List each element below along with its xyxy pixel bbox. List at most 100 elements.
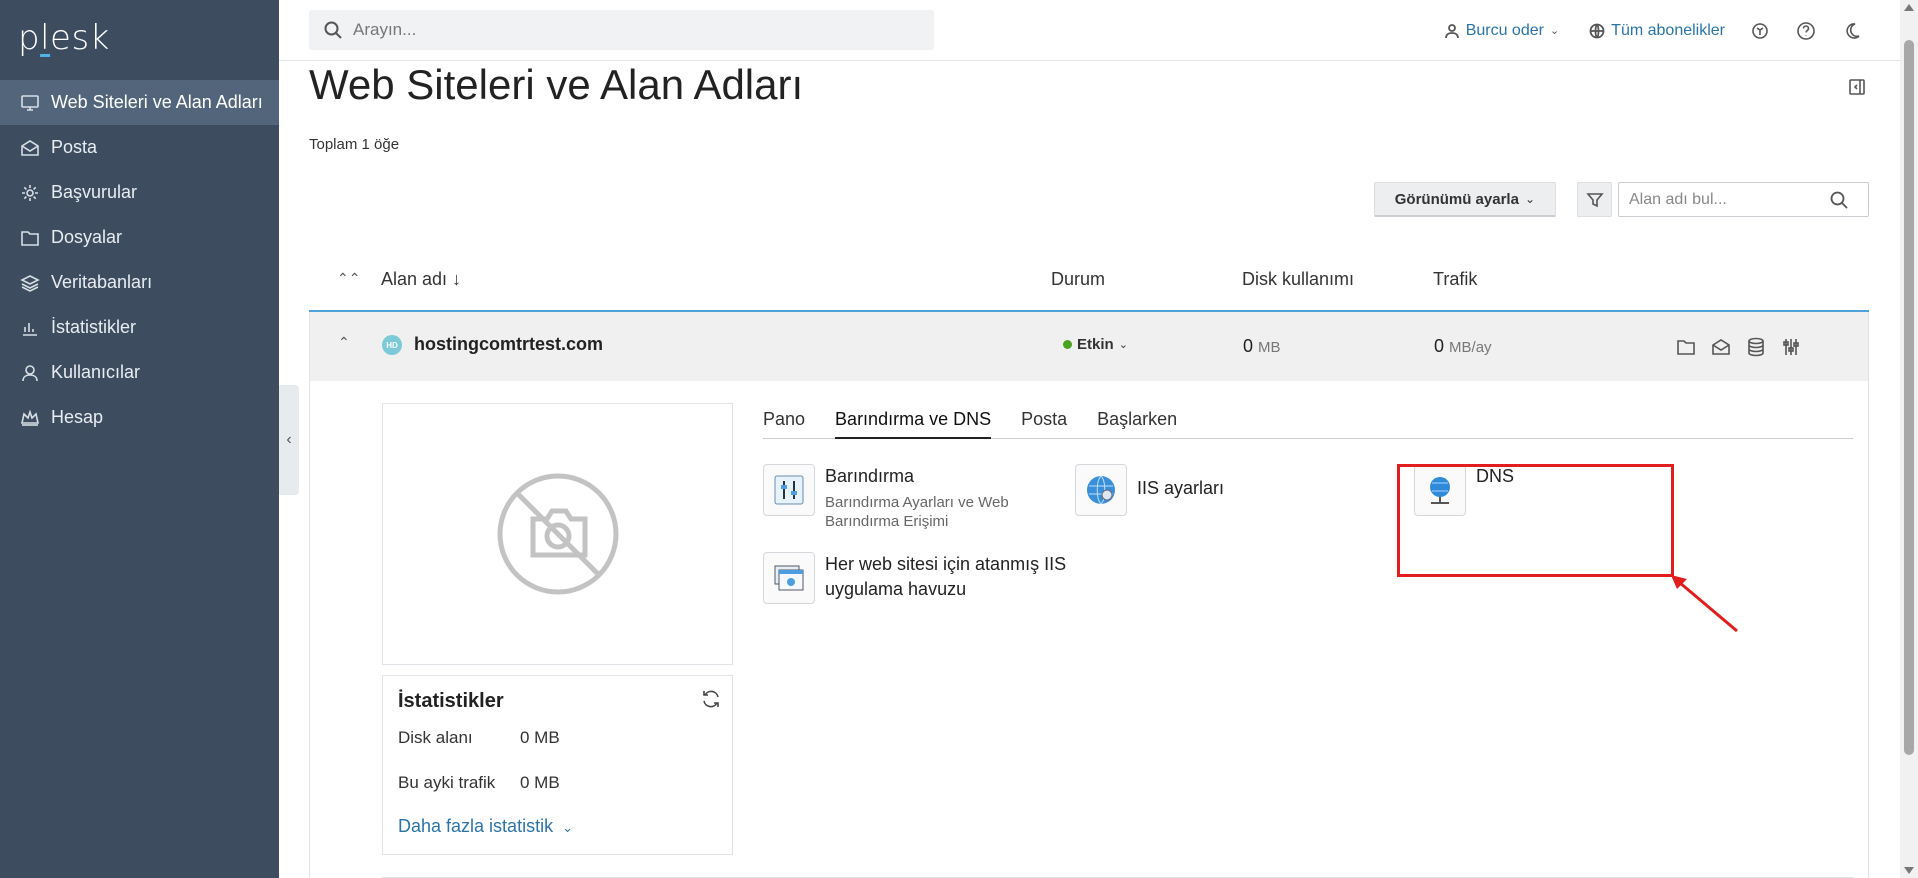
sidebar: plesk Web Siteleri ve Alan Adları Posta …: [0, 0, 279, 878]
settings-action[interactable]: [1780, 336, 1802, 358]
app-pool-title-line2: uygulama havuzu: [825, 579, 967, 599]
sidebar-item-mail[interactable]: Posta: [0, 125, 279, 170]
tab-mail[interactable]: Posta: [1021, 403, 1067, 439]
files-action[interactable]: [1675, 336, 1697, 358]
sliders-icon: [1783, 339, 1799, 355]
tab-getting-started[interactable]: Başlarken: [1097, 403, 1177, 439]
sidebar-item-users[interactable]: Kullanıcılar: [0, 350, 279, 395]
plesk-logo[interactable]: plesk: [18, 18, 110, 58]
mail-icon: [18, 136, 42, 160]
sidebar-item-applications[interactable]: Başvurular: [0, 170, 279, 215]
theme-toggle-button[interactable]: [1841, 20, 1863, 42]
app-pool-text: Her web sitesi için atanmış IIS uygulama …: [825, 552, 1066, 604]
chevron-up-icon[interactable]: ⌃: [338, 334, 350, 351]
statistics-card: İstatistikler Disk alanı 0 MB Bu ayki tr…: [382, 675, 733, 855]
list-toolbar: Görünümü ayarla ⌄: [1373, 182, 1869, 217]
chevron-down-icon: ⌄: [1118, 339, 1128, 351]
user-name: Burcu oder: [1465, 21, 1544, 39]
search-icon: [1830, 191, 1848, 209]
mail-action[interactable]: [1710, 336, 1732, 358]
sidebar-item-label: Web Siteleri ve Alan Adları: [51, 92, 263, 112]
search-input[interactable]: [353, 20, 913, 40]
traffic-unit: MB/ay: [1449, 339, 1492, 356]
disk-space-row: Disk alanı 0 MB: [398, 728, 560, 748]
topbar: Burcu oder ⌄ Tüm abonelikler: [279, 0, 1918, 61]
sidebar-item-label: Hesap: [51, 407, 104, 427]
column-status[interactable]: Durum: [1051, 269, 1105, 290]
sidebar-item-label: Kullanıcılar: [51, 362, 141, 382]
chevron-down-icon: ⌄: [1524, 192, 1535, 206]
scroll-up-arrow[interactable]: [1904, 4, 1914, 11]
traffic-value: 0: [1434, 336, 1445, 356]
site-preview: [382, 403, 733, 665]
tab-hosting-dns[interactable]: Barındırma ve DNS: [835, 403, 992, 439]
domain-name-link[interactable]: hostingcomtrtest.com: [414, 334, 603, 355]
app-pool-icon: [763, 552, 815, 604]
side-panel-toggle[interactable]: [1845, 75, 1869, 99]
iis-icon: [1075, 464, 1127, 516]
domain-avatar-icon: HD: [382, 335, 402, 355]
subscriptions-link[interactable]: Tüm abonelikler: [1589, 22, 1725, 40]
globe-gear-icon: [1087, 475, 1115, 505]
scroll-thumb[interactable]: [1904, 40, 1914, 755]
feedback-button[interactable]: [1749, 20, 1771, 42]
sidebar-item-statistics[interactable]: İstatistikler: [0, 305, 279, 350]
statistics-title: İstatistikler: [398, 690, 504, 712]
hosting-text: Barındırma Barındırma Ayarları ve Web Bar…: [825, 464, 1009, 531]
disk-unit: MB: [1258, 339, 1281, 356]
sidebar-item-websites[interactable]: Web Siteleri ve Alan Adları: [0, 80, 279, 125]
status-dropdown[interactable]: Etkin ⌄: [1063, 336, 1128, 353]
more-stats-link[interactable]: Daha fazla istatistik ⌄: [398, 816, 573, 837]
tab-dashboard[interactable]: Pano: [763, 403, 805, 439]
hosting-desc-line1: Barındırma Ayarları ve Web: [825, 494, 1009, 511]
collapse-all-icon[interactable]: ⌃⌃: [337, 270, 360, 287]
global-search[interactable]: [309, 10, 934, 50]
shield-icon: [1752, 22, 1768, 39]
total-count: Toplam 1 öğe: [309, 136, 400, 153]
domain-search-input[interactable]: [1629, 190, 1829, 209]
sidebar-item-account[interactable]: Hesap: [0, 395, 279, 440]
view-settings-button[interactable]: Görünümü ayarla ⌄: [1373, 182, 1556, 217]
monthly-traffic-row: Bu ayki trafik 0 MB: [398, 773, 560, 793]
page-title: Web Siteleri ve Alan Adları: [309, 61, 804, 108]
sidebar-item-label: İstatistikler: [51, 317, 137, 337]
user-menu[interactable]: Burcu oder ⌄: [1444, 22, 1559, 40]
sidebar-collapse-button[interactable]: ‹: [279, 385, 299, 495]
view-settings-label: Görünümü ayarla: [1394, 190, 1519, 208]
chevron-down-icon: ⌄: [1549, 25, 1560, 37]
subscriptions-label: Tüm abonelikler: [1611, 21, 1725, 39]
window-gear-icon: [774, 565, 804, 591]
sliders-icon: [774, 475, 804, 505]
column-domain[interactable]: Alan adı ↓: [381, 269, 461, 290]
domain-search[interactable]: [1618, 182, 1869, 217]
domain-tabs: Pano Barındırma ve DNS Posta Başlarken: [763, 403, 1853, 439]
hosting-icon: [763, 464, 815, 516]
page-scrollbar[interactable]: [1900, 0, 1918, 878]
app-pool-title-line1: Her web sitesi için atanmış IIS: [825, 554, 1067, 574]
crown-icon: [18, 406, 42, 430]
annotation-arrow: [1671, 575, 1738, 633]
table-row: ⌃ HD hostingcomtrtest.com Etkin ⌄ 0 MB 0…: [309, 312, 1869, 381]
refresh-button[interactable]: [700, 688, 722, 710]
sidebar-item-databases[interactable]: Veritabanları: [0, 260, 279, 305]
filter-button[interactable]: [1577, 182, 1612, 217]
help-button[interactable]: [1795, 20, 1817, 42]
scroll-down-arrow[interactable]: [1904, 867, 1914, 874]
sidebar-item-label: Başvurular: [51, 182, 138, 202]
traffic-usage: 0 MB/ay: [1434, 336, 1492, 357]
sidebar-item-label: Veritabanları: [51, 272, 153, 292]
user-icon: [18, 361, 42, 385]
refresh-icon: [703, 690, 719, 708]
app-pool-tile[interactable]: Her web sitesi için atanmış IIS uygulama …: [763, 552, 1066, 604]
folder-icon: [18, 226, 42, 250]
database-action[interactable]: [1745, 336, 1767, 358]
iis-settings-tile[interactable]: IIS ayarları: [1075, 464, 1224, 516]
disk-usage: 0 MB: [1243, 336, 1281, 357]
column-traffic[interactable]: Trafik: [1433, 269, 1477, 290]
search-icon: [324, 21, 342, 39]
domain-details: İstatistikler Disk alanı 0 MB Bu ayki tr…: [309, 381, 1869, 878]
column-disk[interactable]: Disk kullanımı: [1242, 269, 1354, 290]
hosting-settings-tile[interactable]: Barındırma Barındırma Ayarları ve Web Bar…: [763, 464, 1009, 531]
topbar-right: Burcu oder ⌄ Tüm abonelikler: [1414, 0, 1863, 61]
sidebar-item-files[interactable]: Dosyalar: [0, 215, 279, 260]
